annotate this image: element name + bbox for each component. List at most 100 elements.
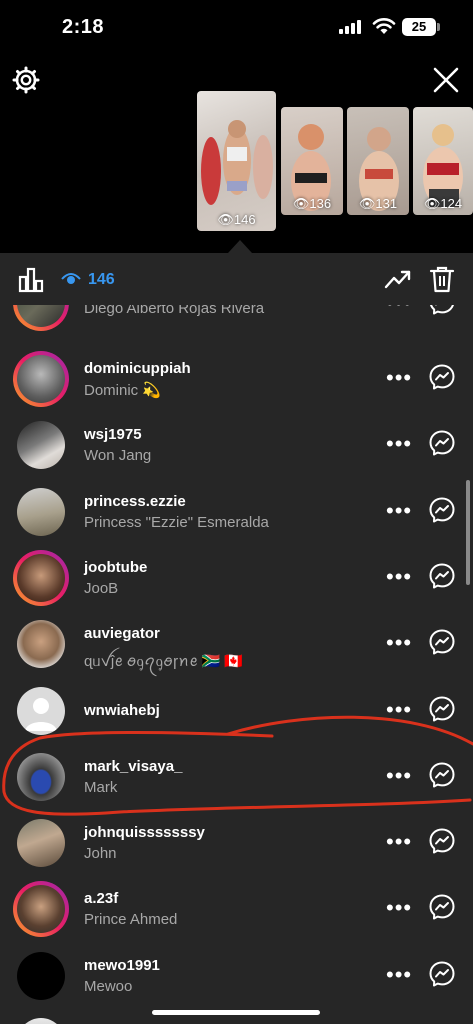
story-views: 👁124 — [423, 196, 463, 211]
story-photo — [201, 120, 273, 205]
viewer-username[interactable]: johnquisssssssy — [84, 824, 205, 841]
messenger-icon[interactable] — [428, 562, 456, 590]
avatar-frame — [13, 616, 69, 672]
messenger-icon[interactable] — [428, 960, 456, 988]
more-options-button[interactable]: ••• — [386, 632, 412, 654]
story-views: 👁136 — [292, 196, 332, 211]
avatar-frame — [13, 815, 69, 871]
viewer-row[interactable]: mewo1991 Mewoo ••• — [0, 941, 473, 1007]
avatar[interactable] — [17, 819, 65, 867]
more-options-button[interactable]: ••• — [386, 566, 412, 588]
viewer-row[interactable]: johnquisssssssy John ••• — [0, 808, 473, 874]
avatar[interactable] — [17, 554, 65, 602]
person-silhouette-icon — [25, 698, 57, 731]
avatar-frame — [13, 417, 69, 473]
viewer-username[interactable]: dominicuppiah — [84, 360, 191, 377]
avatar[interactable] — [17, 488, 65, 536]
viewer-username[interactable]: princess.ezzie — [84, 493, 186, 510]
story-thumbnail[interactable]: 👁136 — [281, 107, 343, 215]
more-options-button[interactable]: ••• — [386, 367, 412, 389]
viewer-username[interactable]: joobtube — [84, 559, 147, 576]
insights-chart-icon[interactable] — [18, 267, 44, 293]
viewer-fullname: Prince Ahmed — [84, 911, 178, 928]
avatar[interactable] — [17, 753, 65, 801]
viewer-username[interactable]: wsj1975 — [84, 426, 142, 443]
viewer-fullname: ɋᥙꪜĵꫀ ꪮᧁꪖᧁꪮɼꪀꫀ 🇿🇦 🇨🇦 — [84, 653, 243, 670]
story-ring — [13, 305, 69, 331]
avatar-frame — [13, 948, 69, 1004]
viewer-fullname: Princess "Ezzie" Esmeralda — [84, 514, 269, 531]
avatar[interactable] — [17, 885, 65, 933]
avatar[interactable] — [17, 305, 65, 327]
battery-level: 25 — [402, 18, 436, 36]
wifi-icon — [372, 18, 396, 34]
viewer-row[interactable]: mark_visaya_ Mark ••• — [0, 742, 473, 808]
promote-trend-icon[interactable] — [384, 267, 412, 291]
viewer-row[interactable]: auviegator ɋᥙꪜĵꫀ ꪮᧁꪖᧁꪮɼꪀꫀ 🇿🇦 🇨🇦 ••• — [0, 609, 473, 675]
viewer-row[interactable]: wnwiahebj ••• — [0, 676, 473, 742]
home-indicator[interactable] — [152, 1010, 320, 1015]
viewers-sheet: 146 Diego Alberto Rojas Rivera ••• — [0, 253, 473, 1024]
avatar[interactable] — [17, 421, 65, 469]
messenger-icon[interactable] — [428, 827, 456, 855]
selected-story-pointer — [228, 240, 252, 253]
close-icon[interactable] — [432, 66, 460, 94]
viewers-list[interactable]: Diego Alberto Rojas Rivera ••• dominicup… — [0, 305, 473, 1024]
story-thumbnail[interactable]: 👁131 — [347, 107, 409, 215]
viewer-username[interactable]: mewo1991 — [84, 957, 160, 974]
avatar-frame — [13, 484, 69, 540]
avatar[interactable] — [17, 1018, 65, 1024]
messenger-icon[interactable] — [428, 761, 456, 789]
viewer-fullname: Dominic 💫 — [84, 382, 162, 399]
viewer-row[interactable]: wsj1975 Won Jang ••• — [0, 410, 473, 476]
messenger-icon[interactable] — [428, 695, 456, 723]
more-options-button[interactable]: ••• — [386, 500, 412, 522]
story-thumbnail[interactable]: 👁124 — [413, 107, 473, 215]
viewer-fullname: John — [84, 845, 117, 862]
viewer-row[interactable]: joobtube JooB ••• — [0, 543, 473, 609]
status-time: 2:18 — [62, 16, 105, 38]
viewers-toolbar: 146 — [0, 253, 473, 305]
more-options-button[interactable]: ••• — [386, 831, 412, 853]
viewer-row[interactable]: a.23f Prince Ahmed ••• — [0, 874, 473, 940]
story-views: 👁146 — [217, 212, 256, 227]
viewer-username[interactable]: wnwiahebj — [84, 702, 160, 719]
messenger-icon[interactable] — [428, 496, 456, 524]
eye-icon — [61, 273, 81, 284]
viewer-row[interactable]: princess.ezzie Princess "Ezzie" Esmerald… — [0, 477, 473, 543]
story-ring — [13, 881, 69, 937]
story-ring — [13, 550, 69, 606]
viewer-username[interactable]: a.23f — [84, 890, 118, 907]
default-avatar[interactable] — [17, 687, 65, 735]
avatar[interactable] — [17, 620, 65, 668]
messenger-icon[interactable] — [428, 363, 456, 391]
more-options-button[interactable]: ••• — [386, 305, 412, 314]
story-views: 👁131 — [358, 196, 398, 211]
more-options-button[interactable]: ••• — [386, 433, 412, 455]
viewer-fullname: Won Jang — [84, 447, 152, 464]
more-options-button[interactable]: ••• — [386, 699, 412, 721]
viewer-username[interactable]: mark_visaya_ — [84, 758, 182, 775]
messenger-icon[interactable] — [428, 429, 456, 457]
delete-trash-icon[interactable] — [429, 265, 455, 293]
viewer-fullname: Mark — [84, 779, 118, 796]
viewer-row[interactable]: dominicuppiah Dominic 💫 ••• — [0, 344, 473, 410]
status-bar: 2:18 25 — [0, 0, 473, 56]
scrollbar[interactable] — [466, 480, 470, 585]
messenger-icon[interactable] — [428, 628, 456, 656]
viewer-fullname: Diego Alberto Rojas Rivera — [84, 305, 265, 317]
more-options-button[interactable]: ••• — [386, 897, 412, 919]
more-options-button[interactable]: ••• — [386, 765, 412, 787]
messenger-icon[interactable] — [428, 893, 456, 921]
viewer-row[interactable]: Diego Alberto Rojas Rivera ••• — [0, 305, 473, 334]
viewer-fullname: JooB — [84, 580, 119, 597]
messenger-icon[interactable] — [428, 305, 456, 316]
settings-gear-icon[interactable] — [12, 66, 40, 94]
story-thumbnails: 👁146 👁136 👁131 👁124 — [0, 91, 473, 241]
view-count[interactable]: 146 — [88, 271, 115, 289]
viewer-username[interactable]: auviegator — [84, 625, 160, 642]
more-options-button[interactable]: ••• — [386, 964, 412, 986]
story-thumbnail-selected[interactable]: 👁146 — [197, 91, 276, 231]
avatar[interactable] — [17, 952, 65, 1000]
avatar[interactable] — [17, 355, 65, 403]
